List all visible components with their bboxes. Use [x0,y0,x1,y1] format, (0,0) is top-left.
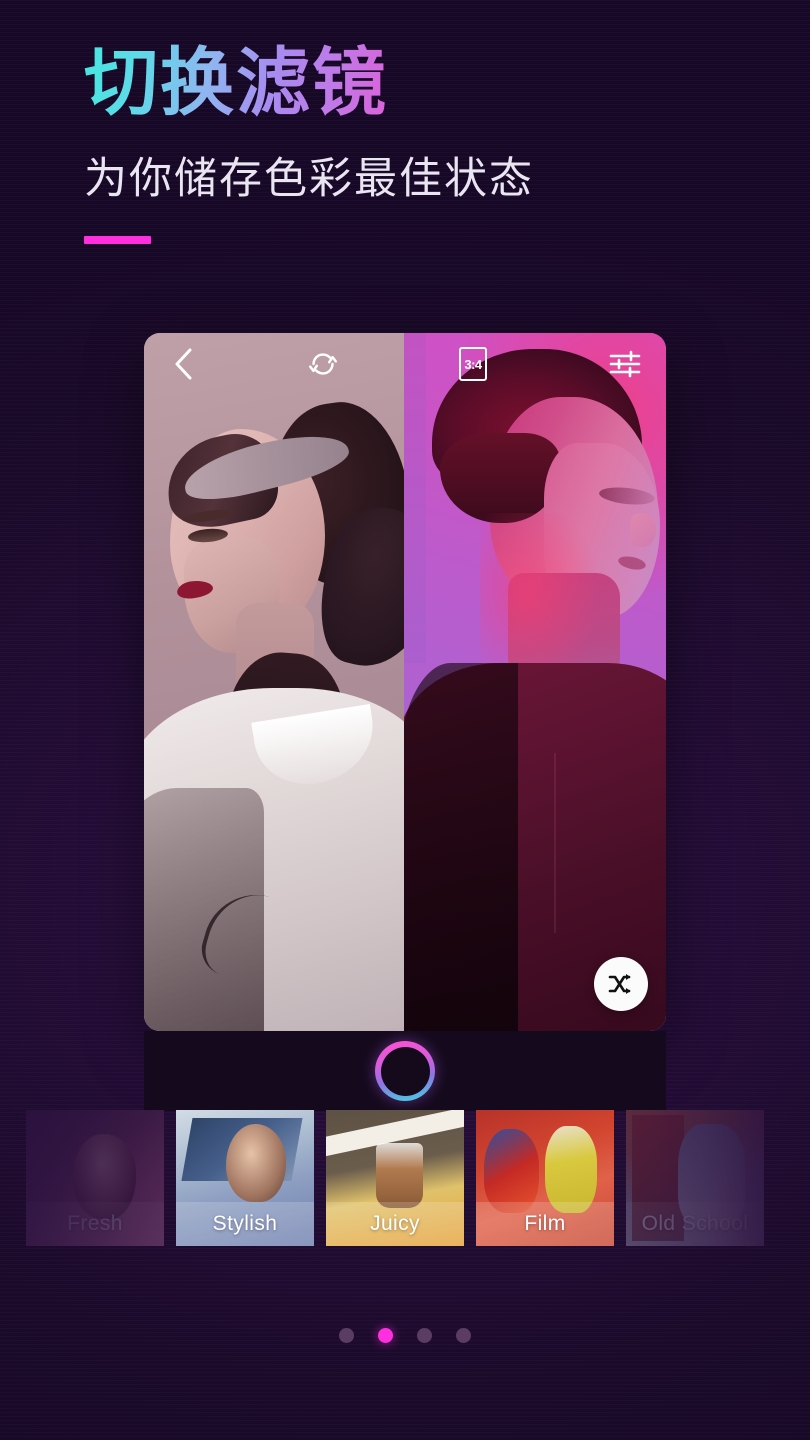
app-toolbar: 3:4 [144,333,666,395]
adjust-button[interactable] [594,333,656,395]
pagination-dot-4[interactable] [456,1328,471,1343]
pagination-dot-3[interactable] [417,1328,432,1343]
filter-label: Old School [641,1212,749,1235]
right-shirt-fold [554,753,556,933]
filter-label: Juicy [370,1212,420,1235]
pagination-dot-2[interactable] [378,1328,393,1343]
pagination-dot-1[interactable] [339,1328,354,1343]
page-title: 切换滤镜 [84,43,534,124]
page-subtitle: 为你储存色彩最佳状态 [84,153,534,204]
filter-label: Fresh [67,1212,123,1235]
aspect-ratio-button[interactable]: 3:4 [442,333,504,395]
shutter-bar [144,1031,666,1111]
app-preview-frame: 3:4 [144,333,666,1031]
filter-label: Stylish [212,1212,278,1235]
filter-label-band: Fresh [26,1202,164,1246]
right-shirt-shadow [404,663,518,1031]
filter-tile-fresh[interactable]: Fresh [26,1110,164,1246]
shuffle-button[interactable] [594,957,648,1011]
filter-label-band: Stylish [176,1202,314,1246]
photo-half-left [144,333,404,1031]
filter-label: Film [524,1212,566,1235]
filter-tile-old-school[interactable]: Old School [626,1110,764,1246]
filter-label-band: Old School [626,1202,764,1246]
chevron-left-icon [175,348,192,380]
promo-text-block: 切换滤镜 为你储存色彩最佳状态 [84,43,534,244]
sliders-adjust-icon [609,350,641,378]
filter-label-band: Film [476,1202,614,1246]
pagination-dots [0,1328,810,1343]
rotate-refresh-icon [309,353,337,375]
filter-tile-juicy[interactable]: Juicy [326,1110,464,1246]
aspect-ratio-label: 3:4 [464,356,482,372]
shutter-inner [380,1046,430,1096]
photo-canvas [144,333,666,1031]
accent-underline-bar [84,235,151,244]
filter-carousel[interactable]: Fresh Stylish Juicy Film Old School [0,1110,810,1250]
filter-label-band: Juicy [326,1202,464,1246]
shutter-button[interactable] [375,1041,435,1101]
photo-half-right [404,333,666,1031]
right-nose [630,513,656,547]
filter-tile-film[interactable]: Film [476,1110,614,1246]
shuffle-icon [608,974,631,994]
aspect-ratio-box: 3:4 [459,347,487,381]
rotate-button[interactable] [292,333,354,395]
filter-tile-stylish[interactable]: Stylish [176,1110,314,1246]
back-button[interactable] [152,333,214,395]
